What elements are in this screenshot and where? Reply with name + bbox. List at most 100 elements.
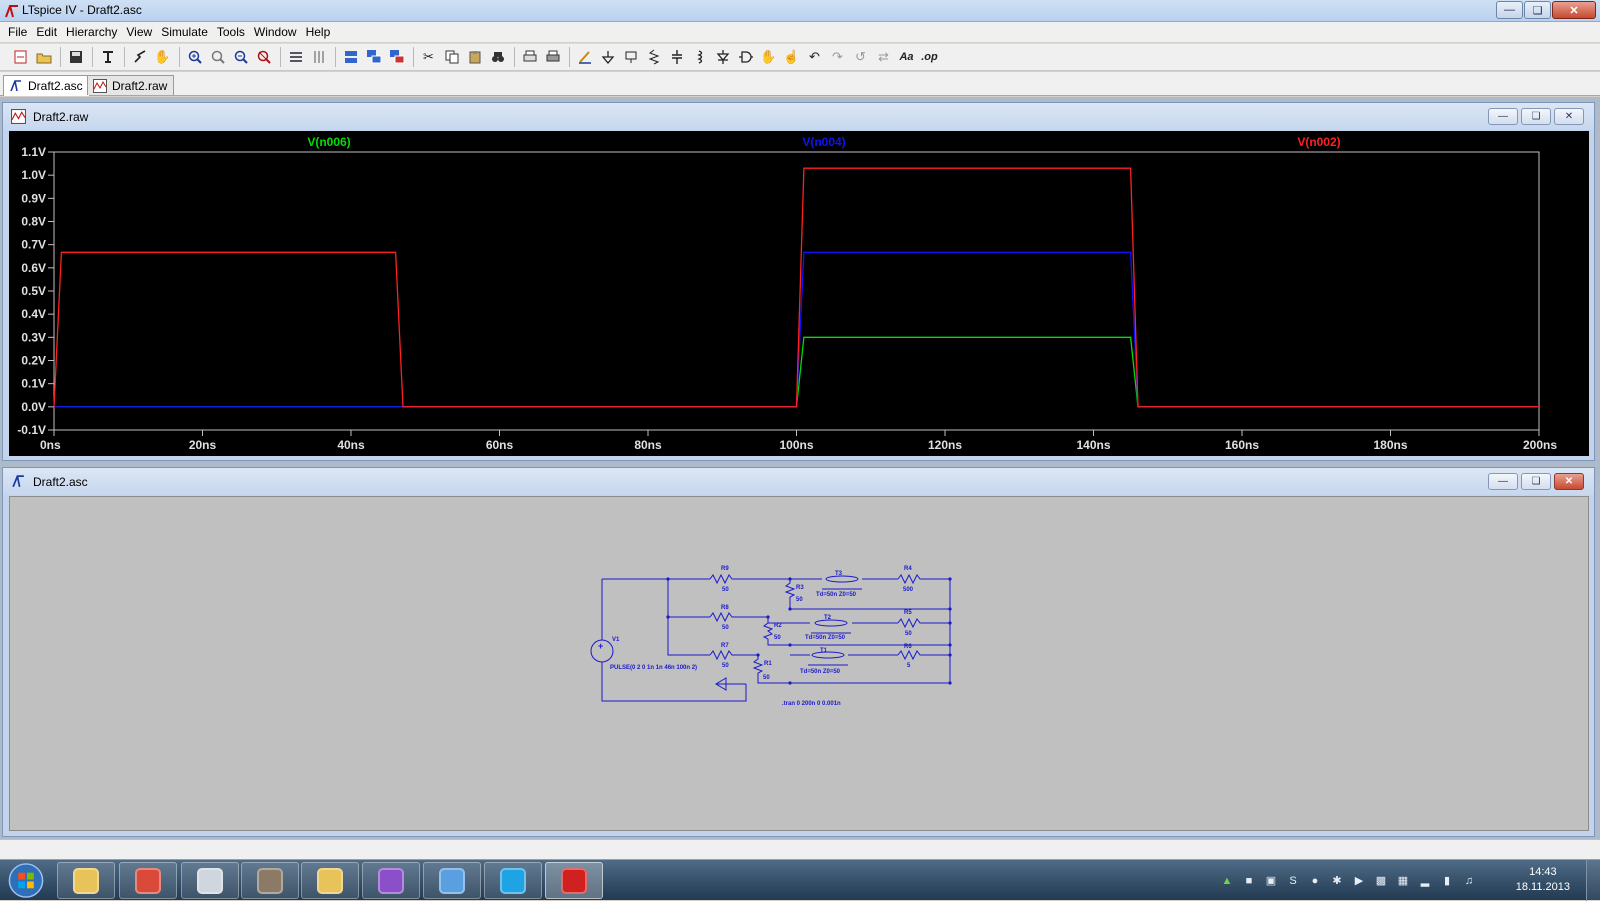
new-schematic-icon[interactable]	[10, 47, 31, 68]
tab-label: Draft2.raw	[112, 79, 168, 93]
maximize-button[interactable]: ❏	[1524, 1, 1551, 19]
menu-tools[interactable]: Tools	[213, 22, 250, 42]
schematic-minimize-button[interactable]: —	[1488, 473, 1518, 490]
undo-icon[interactable]: ↶	[804, 47, 825, 68]
open-folder-icon[interactable]	[33, 47, 54, 68]
spice-directive-tran[interactable]: .tran 0 200n 0 0.001n	[782, 701, 841, 707]
schematic-window-caption[interactable]: Draft2.asc — ❏ ✕	[3, 468, 1594, 495]
tray-shield-icon[interactable]: ▲	[1219, 873, 1235, 889]
menu-view[interactable]: View	[122, 22, 157, 42]
tile-vertical-icon[interactable]	[308, 47, 329, 68]
move-hand-icon[interactable]: ✋	[758, 47, 779, 68]
paint-icon[interactable]	[423, 862, 481, 899]
label-r5: R5	[904, 610, 912, 616]
minimize-button[interactable]: —	[1496, 1, 1523, 19]
outlook-icon[interactable]	[301, 862, 359, 899]
label-r3-value: 50	[796, 597, 803, 603]
tray-skype-icon[interactable]: S	[1285, 873, 1301, 889]
print-setup-icon[interactable]	[519, 47, 540, 68]
tray-network-manager-icon[interactable]: ■	[1241, 873, 1257, 889]
menu-file[interactable]: File	[4, 22, 32, 42]
spice-directive-icon[interactable]: .op	[919, 47, 940, 68]
resistor-icon[interactable]	[643, 47, 664, 68]
waveform-plot-area[interactable]: 1.1V 1.0V 0.9V 0.8V 0.7V 0.6V 0.5V 0.4V 0.3V 0.2V…	[9, 131, 1589, 456]
menu-help[interactable]: Help	[302, 22, 336, 42]
inductor-icon[interactable]	[689, 47, 710, 68]
save-icon[interactable]	[65, 47, 86, 68]
halt-hand-icon[interactable]: ✋	[152, 47, 173, 68]
capacitor-icon[interactable]	[666, 47, 687, 68]
pan-icon[interactable]	[207, 47, 228, 68]
toolbar-separator	[335, 47, 336, 67]
menu-simulate[interactable]: Simulate	[157, 22, 213, 42]
rotate-icon[interactable]: ↺	[850, 47, 871, 68]
ltspice-icon[interactable]	[545, 862, 603, 899]
find-icon[interactable]	[487, 47, 508, 68]
explorer-icon[interactable]	[57, 862, 115, 899]
waveform-window-title: Draft2.raw	[33, 110, 89, 124]
tile-windows-icon[interactable]	[363, 47, 384, 68]
visual-studio-icon[interactable]	[362, 862, 420, 899]
tray-power-icon[interactable]: ▮	[1439, 873, 1455, 889]
menu-window[interactable]: Window	[250, 22, 302, 42]
schematic-close-button[interactable]: ✕	[1554, 473, 1584, 490]
control-panel-icon[interactable]	[97, 47, 118, 68]
legend-vn004: V(n004)	[802, 135, 845, 149]
run-icon[interactable]	[129, 47, 150, 68]
tile-horizontal-icon[interactable]	[285, 47, 306, 68]
mirror-icon[interactable]: ⇄	[873, 47, 894, 68]
drag-hand-icon[interactable]: ☝	[781, 47, 802, 68]
paste-icon[interactable]	[464, 47, 485, 68]
toolbar-separator	[92, 47, 93, 67]
cut-icon[interactable]: ✂	[418, 47, 439, 68]
text-tool-icon[interactable]: Aa	[896, 47, 917, 68]
menu-hierarchy[interactable]: Hierarchy	[62, 22, 122, 42]
redo-icon[interactable]: ↷	[827, 47, 848, 68]
tab-draft2-raw[interactable]: Draft2.raw	[87, 75, 175, 95]
chrome-icon[interactable]	[119, 862, 177, 899]
waveform-window-caption[interactable]: Draft2.raw — ❏ ✕	[3, 103, 1594, 130]
start-button-icon[interactable]	[6, 861, 46, 900]
diode-icon[interactable]	[712, 47, 733, 68]
waveform-restore-button[interactable]: ❏	[1521, 108, 1551, 125]
tab-draft2-asc[interactable]: Draft2.asc	[3, 75, 90, 96]
cascade-windows-icon[interactable]	[340, 47, 361, 68]
ground-icon[interactable]	[597, 47, 618, 68]
zoom-in-icon[interactable]	[184, 47, 205, 68]
tray-display-icon[interactable]: ▣	[1263, 873, 1279, 889]
draw-wire-icon[interactable]	[574, 47, 595, 68]
print-icon[interactable]	[542, 47, 563, 68]
schematic-restore-button[interactable]: ❏	[1521, 473, 1551, 490]
show-desktop-button[interactable]	[1586, 860, 1600, 901]
tray-cc-icon[interactable]: ●	[1307, 873, 1323, 889]
zoom-fit-icon[interactable]	[253, 47, 274, 68]
schematic-drawing[interactable]: + V1 PULSE(0 2 0 1n 1n 46n 100n 2) R9 50…	[10, 497, 1588, 830]
title-bar: LTspice IV - Draft2.asc — ❏ ✕	[0, 0, 1600, 22]
tray-speaker-icon[interactable]: ♫	[1461, 873, 1477, 889]
gimp-icon[interactable]	[241, 862, 299, 899]
label-r4: R4	[904, 566, 912, 572]
close-all-windows-icon[interactable]	[386, 47, 407, 68]
waveform-chart[interactable]: 1.1V 1.0V 0.9V 0.8V 0.7V 0.6V 0.5V 0.4V 0.3V 0.2V…	[9, 131, 1589, 456]
tray-signal-icon[interactable]: ▂	[1417, 873, 1433, 889]
legend-vn002: V(n002)	[1297, 135, 1340, 149]
x-tick-label: 40ns	[337, 438, 365, 452]
schematic-window: Draft2.asc — ❏ ✕ + V1 PULSE(0 2 0 1n 1n …	[2, 467, 1595, 837]
schematic-canvas[interactable]: + V1 PULSE(0 2 0 1n 1n 46n 100n 2) R9 50…	[9, 496, 1589, 831]
menu-edit[interactable]: Edit	[32, 22, 62, 42]
component-icon[interactable]	[735, 47, 756, 68]
label-net-icon[interactable]	[620, 47, 641, 68]
skype-icon[interactable]	[484, 862, 542, 899]
usb-drive-icon[interactable]	[181, 862, 239, 899]
tray-volume-icon[interactable]: ▶	[1351, 873, 1367, 889]
tray-bluetooth-icon[interactable]: ✱	[1329, 873, 1345, 889]
label-r1: R1	[764, 661, 772, 667]
tray-monitor-icon[interactable]: ▩	[1373, 873, 1389, 889]
waveform-close-button[interactable]: ✕	[1554, 108, 1584, 125]
zoom-out-icon[interactable]	[230, 47, 251, 68]
copy-icon[interactable]	[441, 47, 462, 68]
close-button[interactable]: ✕	[1552, 1, 1596, 19]
tray-windows-icon[interactable]: ▦	[1395, 873, 1411, 889]
system-clock[interactable]: 14:43 18.11.2013	[1516, 865, 1570, 895]
waveform-minimize-button[interactable]: —	[1488, 108, 1518, 125]
